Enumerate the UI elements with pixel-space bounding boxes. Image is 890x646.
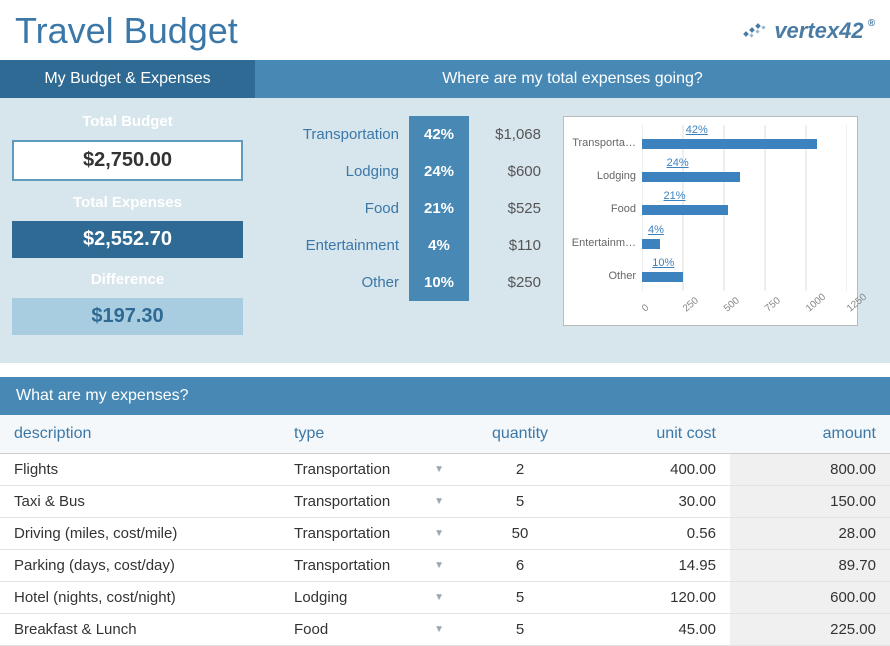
chart-bar-label: 10% bbox=[652, 257, 674, 269]
chart-bar-label: 4% bbox=[648, 224, 664, 236]
cell-description[interactable]: Hotel (nights, cost/night) bbox=[0, 582, 280, 614]
table-row[interactable]: Taxi & BusTransportation▼530.00150.00 bbox=[0, 486, 890, 518]
chevron-down-icon[interactable]: ▼ bbox=[434, 464, 444, 475]
chevron-down-icon[interactable]: ▼ bbox=[434, 560, 444, 571]
table-row[interactable]: FlightsTransportation▼2400.00800.00 bbox=[0, 454, 890, 486]
budget-panel-header: My Budget & Expenses bbox=[0, 60, 255, 98]
cell-unit-cost[interactable]: 120.00 bbox=[580, 582, 730, 614]
chevron-down-icon[interactable]: ▼ bbox=[434, 496, 444, 507]
cell-description[interactable]: Flights bbox=[0, 454, 280, 486]
cell-description[interactable]: Taxi & Bus bbox=[0, 486, 280, 518]
chevron-down-icon[interactable]: ▼ bbox=[434, 528, 444, 539]
breakdown-amount: $110 bbox=[469, 227, 549, 264]
chart-bar-label: 42% bbox=[686, 124, 708, 136]
breakdown-pct: 24% bbox=[409, 153, 469, 190]
cell-quantity[interactable]: 2 bbox=[460, 454, 580, 486]
expenses-table: description type quantity unit cost amou… bbox=[0, 415, 890, 646]
breakdown-amount: $250 bbox=[469, 264, 549, 301]
col-amount[interactable]: amount bbox=[730, 415, 890, 454]
cell-type[interactable]: Transportation▼ bbox=[280, 550, 460, 582]
breakdown-category: Lodging bbox=[269, 153, 409, 190]
chart-bar bbox=[642, 272, 683, 282]
total-budget-value[interactable]: $2,750.00 bbox=[12, 140, 243, 181]
cell-quantity[interactable]: 5 bbox=[460, 582, 580, 614]
cell-amount: 28.00 bbox=[730, 518, 890, 550]
chart-tick-label: 0 bbox=[640, 302, 651, 314]
chart-tick-label: 750 bbox=[763, 295, 783, 314]
col-unit-cost[interactable]: unit cost bbox=[580, 415, 730, 454]
cell-quantity[interactable]: 5 bbox=[460, 486, 580, 518]
total-expenses-value: $2,552.70 bbox=[12, 221, 243, 258]
cell-type[interactable]: Transportation▼ bbox=[280, 454, 460, 486]
difference-value: $197.30 bbox=[12, 298, 243, 335]
chart-category-label: Other bbox=[570, 270, 636, 282]
expenses-panel-header: What are my expenses? bbox=[0, 377, 890, 415]
breakdown-category: Entertainment bbox=[269, 227, 409, 264]
cell-type[interactable]: Lodging▼ bbox=[280, 582, 460, 614]
cell-quantity[interactable]: 6 bbox=[460, 550, 580, 582]
breakdown-pct: 10% bbox=[409, 264, 469, 301]
cell-unit-cost[interactable]: 14.95 bbox=[580, 550, 730, 582]
cell-type[interactable]: Transportation▼ bbox=[280, 486, 460, 518]
chart-bar bbox=[642, 239, 660, 249]
cell-amount: 150.00 bbox=[730, 486, 890, 518]
total-budget-label2: Total Budget bbox=[12, 106, 243, 137]
chart-bar bbox=[642, 139, 817, 149]
total-expenses-label: Total Expenses bbox=[12, 187, 243, 218]
breakdown-amount: $600 bbox=[469, 153, 549, 190]
cell-description[interactable]: Driving (miles, cost/mile) bbox=[0, 518, 280, 550]
col-quantity[interactable]: quantity bbox=[460, 415, 580, 454]
breakdown-pct: 21% bbox=[409, 190, 469, 227]
chart-bar-label: 21% bbox=[664, 190, 686, 202]
table-row[interactable]: Hotel (nights, cost/night)Lodging▼5120.0… bbox=[0, 582, 890, 614]
chart-tick-label: 500 bbox=[722, 295, 742, 314]
chart-category-label: Transporta… bbox=[570, 137, 636, 149]
chart-bar-label: 24% bbox=[667, 157, 689, 169]
brand-logo: vertex42 ® bbox=[742, 18, 875, 44]
breakdown-amount: $1,068 bbox=[469, 116, 549, 153]
cell-amount: 800.00 bbox=[730, 454, 890, 486]
cell-unit-cost[interactable]: 0.56 bbox=[580, 518, 730, 550]
breakdown-category: Food bbox=[269, 190, 409, 227]
allocation-chart: Transporta… 42% Lodging 24% Food 21% Entertain… bbox=[563, 116, 858, 326]
chart-tick-label: 250 bbox=[681, 295, 701, 314]
cell-description[interactable]: Parking (days, cost/day) bbox=[0, 550, 280, 582]
chart-category-label: Lodging bbox=[570, 170, 636, 182]
chevron-down-icon[interactable]: ▼ bbox=[434, 592, 444, 603]
brand-icon bbox=[742, 20, 770, 42]
registered-mark: ® bbox=[868, 18, 875, 29]
cell-amount: 600.00 bbox=[730, 582, 890, 614]
breakdown-category: Transportation bbox=[269, 116, 409, 153]
table-row[interactable]: Parking (days, cost/day)Transportation▼6… bbox=[0, 550, 890, 582]
breakdown-table: Transportation 42% $1,068 Lodging 24% $6… bbox=[269, 116, 549, 301]
cell-unit-cost[interactable]: 400.00 bbox=[580, 454, 730, 486]
chart-tick-label: 1000 bbox=[804, 292, 828, 315]
allocation-panel-header: Where are my total expenses going? bbox=[255, 60, 890, 98]
brand-name: vertex42 bbox=[774, 18, 863, 44]
chart-bar bbox=[642, 172, 740, 182]
difference-label: Difference bbox=[12, 264, 243, 295]
cell-unit-cost[interactable]: 30.00 bbox=[580, 486, 730, 518]
chart-bar bbox=[642, 205, 728, 215]
page-title: Travel Budget bbox=[15, 10, 238, 52]
chevron-down-icon[interactable]: ▼ bbox=[434, 624, 444, 635]
chart-tick-label: 1250 bbox=[845, 292, 869, 315]
cell-amount: 89.70 bbox=[730, 550, 890, 582]
breakdown-amount: $525 bbox=[469, 190, 549, 227]
chart-category-label: Entertainm… bbox=[570, 237, 636, 249]
breakdown-pct: 42% bbox=[409, 116, 469, 153]
breakdown-category: Other bbox=[269, 264, 409, 301]
cell-type[interactable]: Transportation▼ bbox=[280, 518, 460, 550]
col-description[interactable]: description bbox=[0, 415, 280, 454]
table-row[interactable]: Driving (miles, cost/mile)Transportation… bbox=[0, 518, 890, 550]
breakdown-pct: 4% bbox=[409, 227, 469, 264]
chart-category-label: Food bbox=[570, 203, 636, 215]
col-type[interactable]: type bbox=[280, 415, 460, 454]
cell-quantity[interactable]: 50 bbox=[460, 518, 580, 550]
